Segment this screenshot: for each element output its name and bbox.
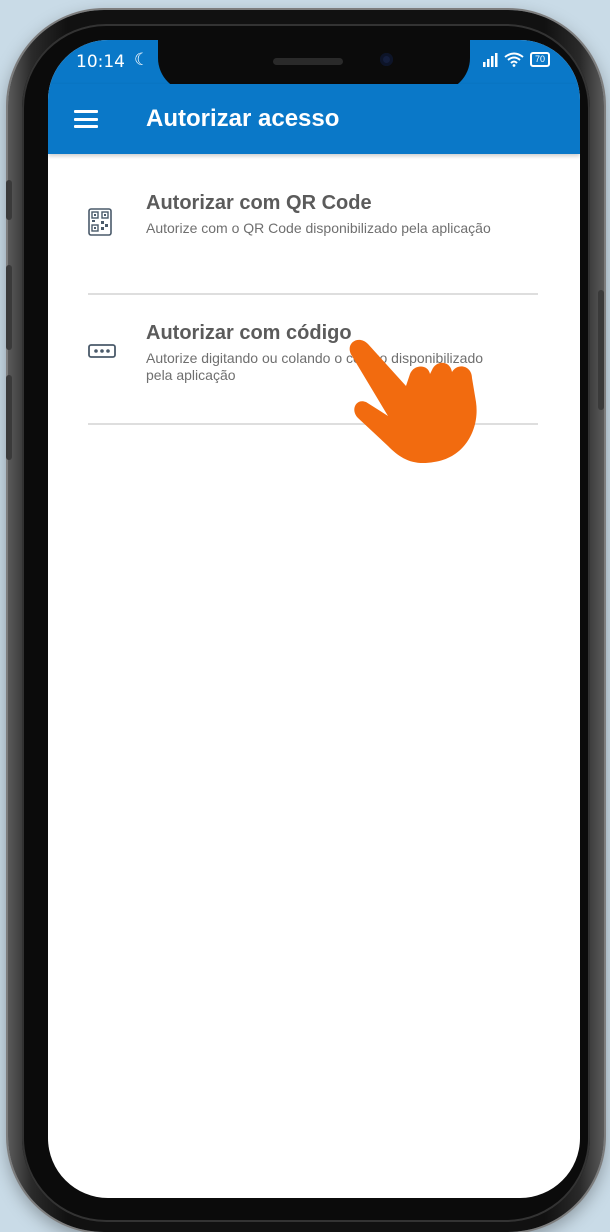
option-description: Autorize com o QR Code disponibilizado p…: [146, 220, 491, 236]
wifi-icon: [504, 52, 524, 67]
speaker-grille: [273, 58, 343, 65]
option-title: Autorizar com QR Code: [146, 192, 372, 214]
status-icons: 70: [482, 52, 550, 67]
mute-switch: [6, 180, 12, 220]
divider: [88, 293, 538, 295]
power-button: [598, 290, 604, 410]
signal-icon: [482, 52, 498, 67]
front-camera: [380, 53, 393, 66]
moon-icon: ☾: [134, 50, 150, 69]
pointing-hand-icon: [349, 339, 477, 464]
app-bar: Autorizar acesso: [48, 84, 580, 154]
qr-code-icon: [88, 208, 112, 236]
authorize-qr-code-option[interactable]: Autorizar com QR Code Autorize com o QR …: [88, 192, 538, 262]
battery-icon: 70: [529, 52, 550, 67]
page-title: Autorizar acesso: [146, 105, 340, 132]
app-screen: 10:14 ☾ 70 Autorizar acesso Autorizar co…: [48, 40, 580, 1198]
volume-up-button: [6, 265, 12, 350]
status-time: 10:14: [76, 52, 125, 72]
hamburger-menu-icon[interactable]: [74, 110, 98, 128]
password-dots-icon: [88, 344, 116, 358]
volume-down-button: [6, 375, 12, 460]
